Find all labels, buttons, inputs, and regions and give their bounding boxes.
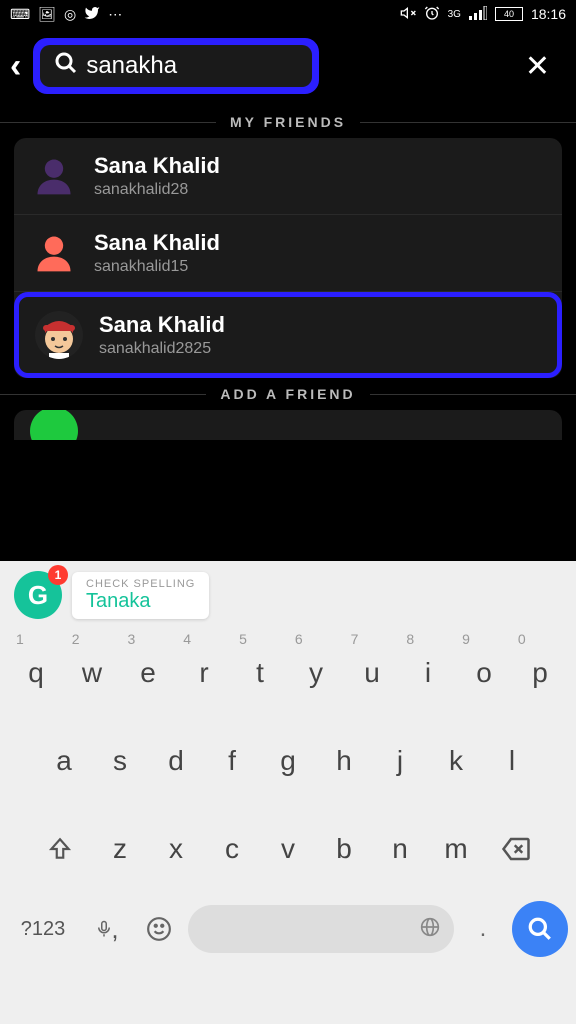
search-highlight (33, 38, 319, 94)
backspace-key[interactable] (486, 821, 546, 877)
key-t[interactable]: t (234, 645, 286, 701)
key-v[interactable]: v (262, 821, 314, 877)
mute-icon (400, 5, 416, 24)
clock: 18:16 (531, 6, 566, 22)
key-y[interactable]: y (290, 645, 342, 701)
shift-key[interactable] (30, 821, 90, 877)
spelling-suggestion[interactable]: CHECK SPELLING Tanaka (72, 572, 209, 619)
more-status-icon: ⋯ (108, 6, 122, 23)
picture-status-icon: 🖼 (38, 6, 56, 23)
grammarly-badge: 1 (48, 565, 68, 585)
network-label: 3G (448, 9, 461, 20)
period-key[interactable]: . (460, 901, 506, 957)
signal-icon (469, 6, 487, 23)
friend-username: sanakhalid28 (94, 181, 220, 199)
status-right: 3G 40 18:16 (400, 5, 566, 24)
search-header: ‹ ✕ (0, 28, 576, 110)
avatar-bitmoji (35, 311, 83, 359)
key-i[interactable]: i (402, 645, 454, 701)
friend-name: Sana Khalid (94, 153, 220, 179)
status-bar: ⌨ 🖼 ◎ ⋯ 3G 40 18:16 (0, 0, 576, 28)
battery-icon: 40 (495, 7, 523, 21)
spelling-word: Tanaka (86, 590, 195, 613)
globe-icon[interactable] (420, 917, 440, 943)
key-x[interactable]: x (150, 821, 202, 877)
spelling-label: CHECK SPELLING (86, 578, 195, 590)
back-button[interactable]: ‹ (4, 47, 27, 86)
avatar (30, 410, 78, 440)
key-r[interactable]: r (178, 645, 230, 701)
search-input[interactable] (86, 52, 396, 80)
search-enter-key[interactable] (512, 901, 568, 957)
key-row-bottom: ?123 , . (0, 877, 576, 969)
section-my-friends: MY FRIENDS (0, 114, 576, 130)
number-hint-row: 1234567890 (0, 625, 576, 647)
section-add-friend: ADD A FRIEND (0, 386, 576, 402)
friend-username: sanakhalid2825 (99, 340, 225, 358)
suggestion-row: G 1 CHECK SPELLING Tanaka (0, 561, 576, 625)
avatar (30, 152, 78, 200)
key-row-3: z x c v b n m (0, 821, 576, 877)
grammarly-icon[interactable]: G 1 (14, 571, 62, 619)
avatar (30, 229, 78, 277)
friend-item[interactable]: Sana Khalid sanakhalid15 (14, 215, 562, 292)
key-n[interactable]: n (374, 821, 426, 877)
key-row-1: q w e r t y u i o p (0, 645, 576, 701)
search-icon (54, 51, 78, 81)
keyboard: G 1 CHECK SPELLING Tanaka 1234567890 q w… (0, 561, 576, 1024)
key-k[interactable]: k (430, 733, 482, 789)
key-l[interactable]: l (486, 733, 538, 789)
key-o[interactable]: o (458, 645, 510, 701)
key-a[interactable]: a (38, 733, 90, 789)
friends-list: Sana Khalid sanakhalid28 Sana Khalid san… (14, 138, 562, 378)
key-u[interactable]: u (346, 645, 398, 701)
spacebar[interactable] (188, 905, 454, 953)
key-e[interactable]: e (122, 645, 174, 701)
key-w[interactable]: w (66, 645, 118, 701)
add-friend-item[interactable] (14, 410, 562, 440)
emoji-key[interactable] (136, 901, 182, 957)
symbols-key[interactable]: ?123 (8, 901, 78, 957)
friend-item-selected[interactable]: Sana Khalid sanakhalid2825 (14, 292, 562, 378)
key-j[interactable]: j (374, 733, 426, 789)
key-row-2: a s d f g h j k l (0, 733, 576, 789)
keyboard-status-icon: ⌨ (10, 6, 30, 23)
friend-name: Sana Khalid (94, 230, 220, 256)
key-z[interactable]: z (94, 821, 146, 877)
mic-key[interactable]: , (84, 901, 130, 957)
key-s[interactable]: s (94, 733, 146, 789)
key-d[interactable]: d (150, 733, 202, 789)
key-c[interactable]: c (206, 821, 258, 877)
search-box[interactable] (40, 45, 312, 87)
add-friend-list (14, 410, 562, 440)
friend-name: Sana Khalid (99, 312, 225, 338)
key-b[interactable]: b (318, 821, 370, 877)
sync-status-icon: ◎ (64, 6, 76, 23)
key-m[interactable]: m (430, 821, 482, 877)
key-q[interactable]: q (10, 645, 62, 701)
friend-username: sanakhalid15 (94, 258, 220, 276)
key-f[interactable]: f (206, 733, 258, 789)
friend-item[interactable]: Sana Khalid sanakhalid28 (14, 138, 562, 215)
status-left: ⌨ 🖼 ◎ ⋯ (10, 5, 122, 24)
twitter-status-icon (84, 5, 100, 24)
key-h[interactable]: h (318, 733, 370, 789)
key-g[interactable]: g (262, 733, 314, 789)
alarm-icon (424, 5, 440, 24)
key-p[interactable]: p (514, 645, 566, 701)
close-button[interactable]: ✕ (515, 45, 560, 88)
